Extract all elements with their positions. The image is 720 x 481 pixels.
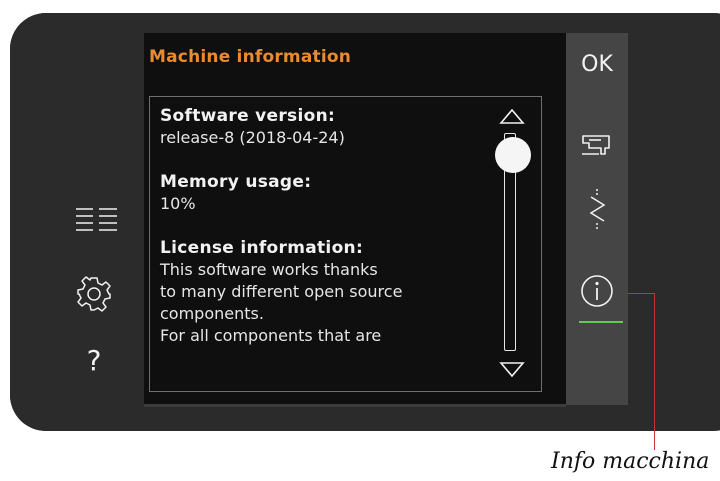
panel-title: Machine information [149, 47, 352, 67]
triangle-down-icon [499, 362, 525, 378]
triangle-up-icon [499, 108, 525, 124]
settings-button[interactable] [72, 272, 116, 316]
info-scroll-area[interactable]: Software version: release-8 (2018-04-24)… [149, 96, 542, 392]
help-button[interactable]: ? [76, 340, 112, 380]
active-indicator [579, 321, 623, 323]
software-version-heading: Software version: [160, 106, 336, 126]
sewing-mode-button[interactable] [566, 120, 628, 170]
screen-divider [144, 404, 566, 407]
scroll-down-button[interactable] [499, 361, 525, 379]
help-icon: ? [86, 343, 102, 377]
license-info-heading: License information: [160, 238, 364, 258]
stitch-icon [589, 189, 606, 229]
info-icon [581, 275, 613, 307]
scroll-up-button[interactable] [499, 107, 525, 125]
scroll-thumb[interactable] [495, 137, 531, 173]
memory-usage-value: 10% [160, 194, 196, 213]
callout-line-vertical [654, 293, 655, 450]
memory-usage-heading: Memory usage: [160, 172, 312, 192]
callout-label: Info macchina [551, 449, 710, 474]
info-content: Software version: release-8 (2018-04-24)… [160, 105, 480, 347]
gear-icon [77, 276, 111, 312]
machine-info-button[interactable] [566, 266, 628, 316]
license-info-text: This software works thanks to many diffe… [160, 260, 403, 345]
sewing-machine-icon [582, 135, 610, 155]
ok-button[interactable]: OK [566, 52, 628, 84]
callout-line [628, 293, 655, 294]
right-panel-top [566, 13, 628, 33]
software-version-value: release-8 (2018-04-24) [160, 128, 345, 147]
menu-list-icon [76, 208, 117, 231]
stitch-menu-button[interactable] [566, 184, 628, 234]
menu-list-button[interactable] [72, 200, 122, 240]
